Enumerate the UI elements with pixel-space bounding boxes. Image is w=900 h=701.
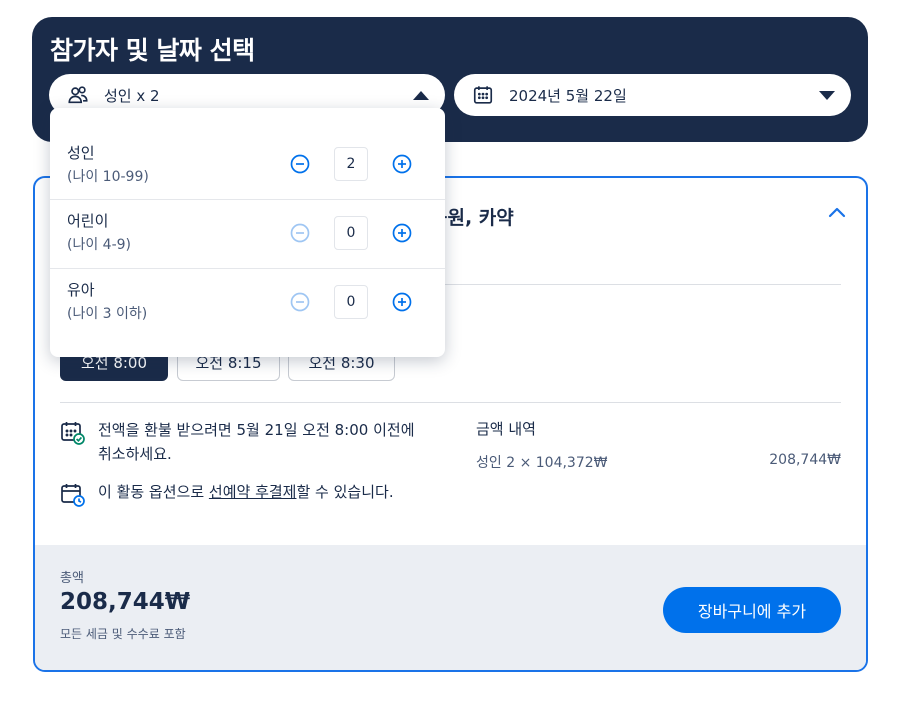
participant-row-child: 어린이 (나이 4-9) 0 (50, 199, 445, 268)
price-breakdown-title: 금액 내역 (476, 420, 536, 438)
caret-down-icon (819, 91, 835, 100)
plus-icon[interactable] (392, 223, 412, 243)
minus-icon[interactable] (290, 292, 310, 312)
participants-summary: 성인 x 2 (104, 87, 160, 105)
participant-label: 성인 (67, 144, 95, 162)
chevron-up-icon[interactable] (828, 206, 846, 218)
add-to-cart-button[interactable]: 장바구니에 추가 (663, 587, 841, 633)
people-icon (68, 86, 88, 104)
participant-count[interactable]: 0 (334, 216, 368, 250)
reserve-now-pay-later: 이 활동 옵션으로 선예약 후결제할 수 있습니다. (60, 480, 415, 508)
caret-up-icon (413, 91, 429, 100)
page-title: 참가자 및 날짜 선택 (50, 36, 255, 65)
participant-label: 어린이 (67, 212, 109, 230)
date-selector[interactable]: 2024년 5월 22일 (454, 74, 851, 116)
participant-age-range: (나이 10-99) (67, 169, 149, 185)
total-footer: 총액 208,744₩ 모든 세금 및 수수료 포함 장바구니에 추가 (35, 545, 866, 670)
participant-row-infant: 유아 (나이 3 이하) 0 (50, 268, 445, 337)
refund-policy: 전액을 환불 받으려면 5월 21일 오전 8:00 이전에 취소하세요. (60, 418, 415, 466)
participant-count[interactable]: 0 (334, 285, 368, 319)
minus-icon[interactable] (290, 154, 310, 174)
selected-date: 2024년 5월 22일 (509, 87, 627, 105)
participant-count[interactable]: 2 (334, 147, 368, 181)
divider (60, 402, 841, 403)
price-breakdown-amount: 208,744₩ (769, 452, 841, 468)
reserve-now-pay-later-link[interactable]: 선예약 후결제 (209, 483, 297, 501)
plus-icon[interactable] (392, 154, 412, 174)
minus-icon[interactable] (290, 223, 310, 243)
reserve-text-suffix: 할 수 있습니다. (296, 483, 394, 501)
tax-note: 모든 세금 및 수수료 포함 (60, 627, 186, 641)
total-amount: 208,744₩ (60, 589, 191, 615)
plus-icon[interactable] (392, 292, 412, 312)
participant-label: 유아 (67, 281, 95, 299)
participant-age-range: (나이 4-9) (67, 237, 132, 253)
participant-age-range: (나이 3 이하) (67, 306, 148, 322)
reserve-text-prefix: 이 활동 옵션으로 (98, 483, 209, 501)
calendar-check-icon (61, 422, 85, 445)
participants-dropdown: 성인 (나이 10-99) 2 어린이 (나이 4-9) 0 유아 (나이 3 … (50, 108, 445, 357)
calendar-icon (473, 86, 493, 104)
participant-row-adult: 성인 (나이 10-99) 2 (50, 130, 445, 199)
refund-text: 전액을 환불 받으려면 5월 21일 오전 8:00 이전에 취소하세요. (98, 421, 415, 463)
total-label: 총액 (60, 571, 84, 586)
calendar-clock-icon (61, 484, 85, 507)
price-breakdown-line: 성인 2 × 104,372₩ (476, 455, 608, 471)
